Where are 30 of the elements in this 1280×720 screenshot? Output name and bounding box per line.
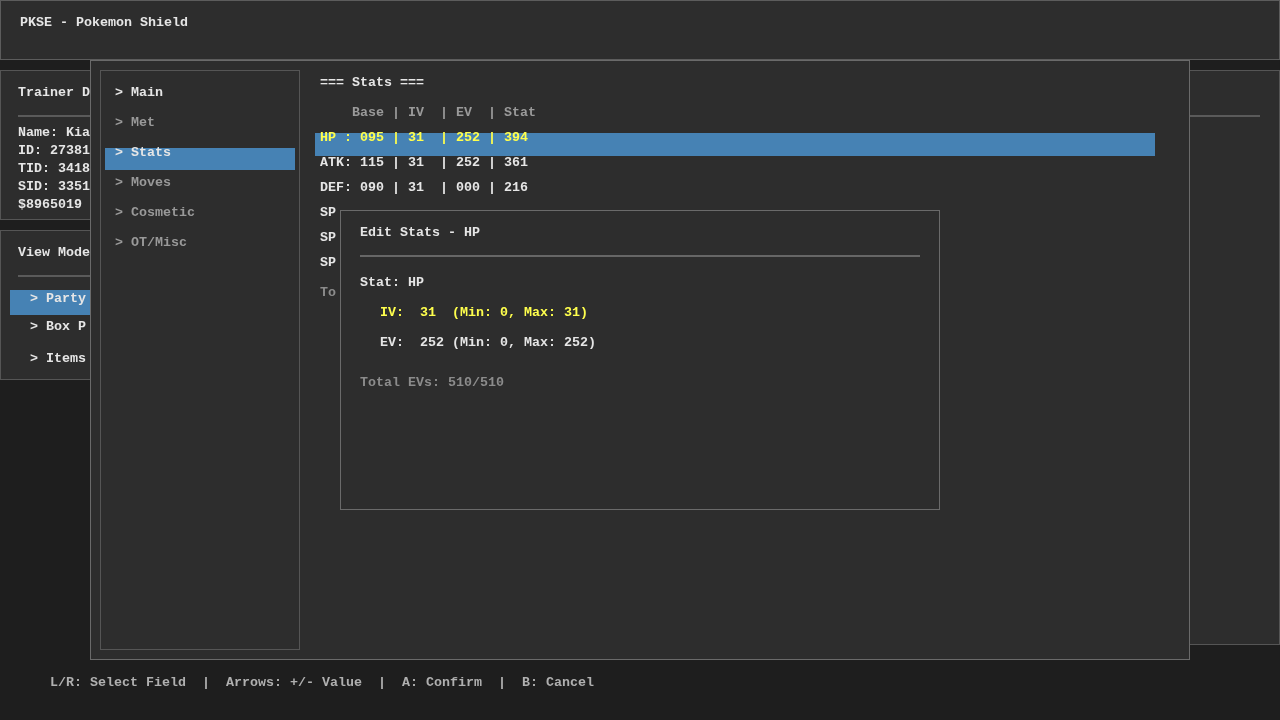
stat-row[interactable]: SP xyxy=(320,258,336,268)
stat-row[interactable]: HP : 095 | 31 | 252 | 394 xyxy=(315,133,1155,156)
stat-row[interactable]: SP xyxy=(320,208,336,218)
app-title: PKSE - Pokemon Shield xyxy=(20,17,188,29)
trainer-info-text: TID: 3418 xyxy=(18,163,90,175)
column-header: Base | IV | EV | Stat xyxy=(352,108,536,118)
value-field[interactable]: EV: 252 (Min: 0, Max: 252) xyxy=(380,337,596,349)
nav-item[interactable]: > Met xyxy=(115,118,155,128)
stat-row[interactable]: SP xyxy=(320,233,336,243)
view-mode-item[interactable]: > Box P xyxy=(30,322,86,332)
view-mode-item[interactable]: > Items xyxy=(30,354,86,364)
value-field[interactable]: IV: 31 (Min: 0, Max: 31) xyxy=(380,307,588,319)
panel-title: Trainer D xyxy=(18,87,90,99)
total-label: To xyxy=(320,288,336,298)
section-title: === Stats === xyxy=(320,78,424,88)
nav-item[interactable]: > Cosmetic xyxy=(115,208,195,218)
stat-label: Stat: HP xyxy=(360,277,424,289)
ev-total-text: Total EVs: 510/510 xyxy=(360,377,504,389)
nav-item[interactable]: > Moves xyxy=(115,178,171,188)
stat-row[interactable]: ATK: 115 | 31 | 252 | 361 xyxy=(320,158,528,168)
trainer-info-text: $8965019 xyxy=(18,199,82,211)
trainer-info-text: SID: 3351 xyxy=(18,181,90,193)
key-hints: L/R: Select Field | Arrows: +/- Value | A: Confirm | B: Cancel xyxy=(50,677,594,689)
trainer-info-text: ID: 27381 xyxy=(18,145,90,157)
stat-row[interactable]: DEF: 090 | 31 | 000 | 216 xyxy=(320,183,528,193)
panel-title: View Mode xyxy=(18,247,90,259)
nav-item[interactable]: > OT/Misc xyxy=(115,238,187,248)
trainer-info-text: Name: Kia xyxy=(18,127,90,139)
nav-item[interactable]: > Main xyxy=(115,88,163,98)
dialog-title: Edit Stats - HP xyxy=(360,227,480,239)
